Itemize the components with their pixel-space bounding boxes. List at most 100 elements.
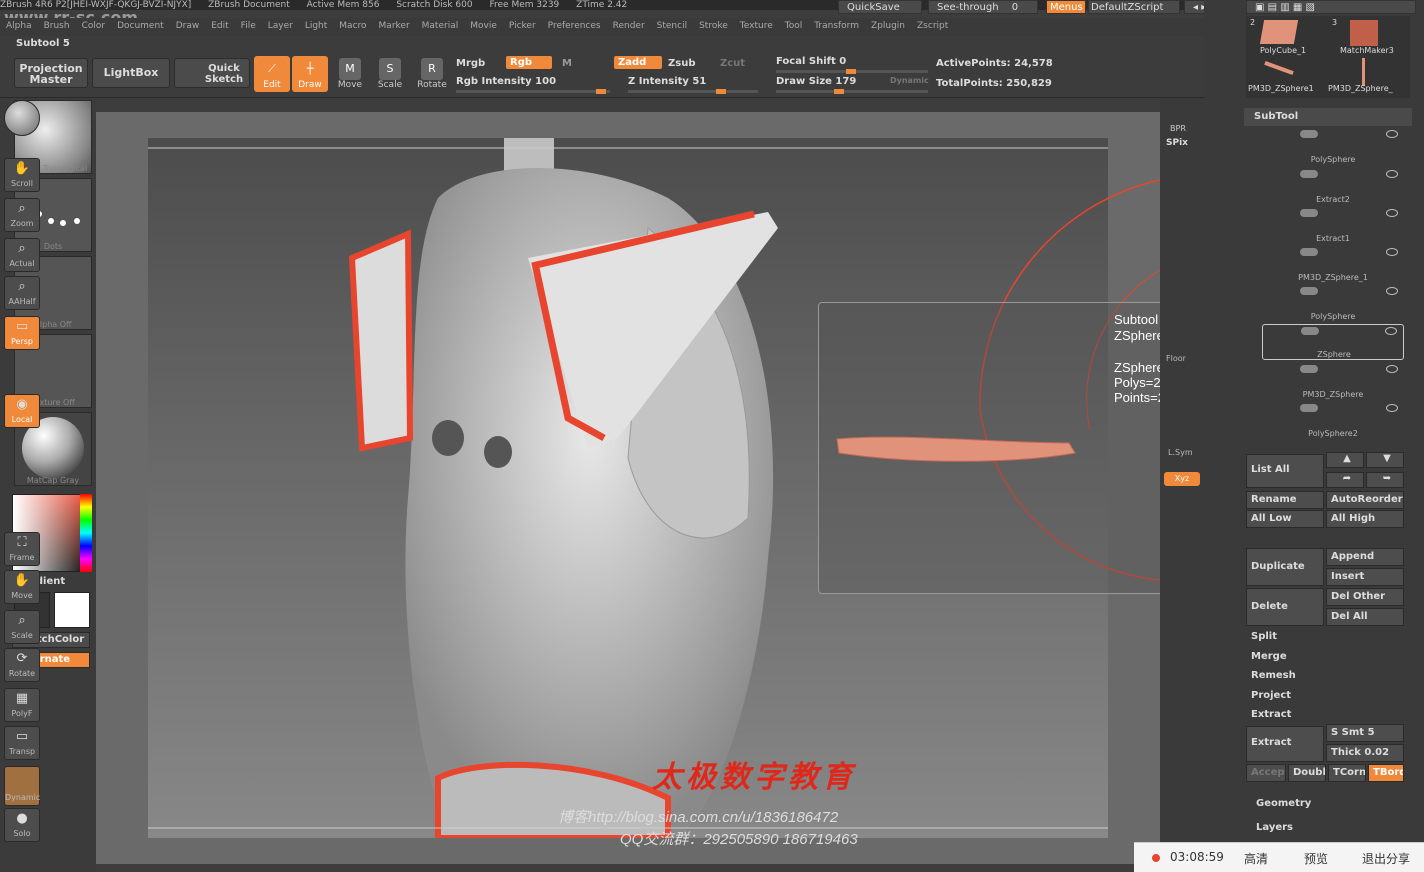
menu-render[interactable]: Render <box>607 18 651 34</box>
s-smt-slider[interactable]: S Smt 5 <box>1326 724 1404 742</box>
remesh-section[interactable]: Remesh <box>1251 670 1296 681</box>
projection-master-button[interactable]: Projection Master <box>14 58 88 88</box>
dynamic-button[interactable]: Dynamic <box>890 76 929 85</box>
list-all-button[interactable]: List All <box>1246 454 1324 488</box>
menu-movie[interactable]: Movie <box>464 18 503 34</box>
zsub-button[interactable]: Zsub <box>668 58 695 69</box>
lsym-label[interactable]: L.Sym <box>1168 448 1193 457</box>
xyz-button[interactable]: Xyz <box>1164 472 1200 486</box>
menu-stencil[interactable]: Stencil <box>651 18 693 34</box>
move-up-button[interactable]: ▲ <box>1326 452 1364 468</box>
draw-size-slider[interactable]: Draw Size 179 <box>776 76 856 87</box>
merge-section[interactable]: Merge <box>1251 651 1287 662</box>
rgb-intensity-slider[interactable]: Rgb Intensity 100 <box>456 76 556 87</box>
zcut-button[interactable]: Zcut <box>720 58 745 69</box>
subtool-item-pm3d-zsphere-1[interactable]: PM3D_ZSphere_1 <box>1262 246 1404 282</box>
move-button[interactable]: M Move <box>332 56 368 92</box>
geometry-section[interactable]: Geometry <box>1256 798 1311 809</box>
append-button[interactable]: Append <box>1326 548 1404 566</box>
move-down-button[interactable]: ▼ <box>1366 452 1404 468</box>
subtool-item-zsphere-selected[interactable]: ZSphere <box>1262 324 1404 360</box>
hue-strip[interactable] <box>80 494 92 572</box>
pm3d-zsphere-thumb[interactable] <box>1362 58 1365 86</box>
menu-texture[interactable]: Texture <box>734 18 779 34</box>
subtool-item-pm3d-zsphere[interactable]: PM3D_ZSphere <box>1262 363 1404 399</box>
mrgb-button[interactable]: Mrgb <box>456 58 485 69</box>
accept-button[interactable]: Accept <box>1246 764 1286 782</box>
subtool-item-polysphere-1[interactable]: PolySphere <box>1262 128 1404 164</box>
extract-section[interactable]: Extract <box>1251 709 1291 720</box>
focal-shift-slider[interactable]: Focal Shift 0 <box>776 56 846 67</box>
rotate-button[interactable]: R Rotate <box>414 56 450 92</box>
scale-button[interactable]: S Scale <box>372 56 408 92</box>
spix-label[interactable]: SPix <box>1166 138 1188 148</box>
menu-color[interactable]: Color <box>76 18 112 34</box>
zoom-button[interactable]: ⌕ Zoom <box>4 198 40 232</box>
menu-macro[interactable]: Macro <box>333 18 372 34</box>
duplicate-button[interactable]: Duplicate <box>1246 548 1324 586</box>
rotate-nav-button[interactable]: ⟳ Rotate <box>4 648 40 682</box>
scroll-button[interactable]: ✋ Scroll <box>4 158 40 192</box>
project-section[interactable]: Project <box>1251 690 1291 701</box>
menu-zscript[interactable]: Zscript <box>911 18 954 34</box>
split-section[interactable]: Split <box>1251 631 1277 642</box>
local-button[interactable]: ◉ Local <box>4 394 40 428</box>
edit-button[interactable]: ⟋ Edit <box>254 56 290 92</box>
polycube-thumb[interactable] <box>1259 20 1299 44</box>
draw-size-track[interactable] <box>776 89 928 94</box>
aahalf-button[interactable]: ⌕ AAHalf <box>4 276 40 310</box>
delete-button[interactable]: Delete <box>1246 588 1324 626</box>
thick-slider[interactable]: Thick 0.02 <box>1326 744 1404 762</box>
pm3d-zsphere1-thumb[interactable] <box>1264 60 1294 76</box>
bpr-button[interactable] <box>4 100 40 136</box>
menu-marker[interactable]: Marker <box>373 18 416 34</box>
menu-layer[interactable]: Layer <box>262 18 299 34</box>
menu-zplugin[interactable]: Zplugin <box>865 18 911 34</box>
menus-button[interactable]: Menus <box>1046 0 1086 14</box>
menu-edit[interactable]: Edit <box>205 18 234 34</box>
frame-button[interactable]: ⛶ Frame <box>4 532 40 566</box>
menu-picker[interactable]: Picker <box>503 18 542 34</box>
m-button[interactable]: M <box>562 58 572 69</box>
menu-stroke[interactable]: Stroke <box>693 18 734 34</box>
z-intensity-track[interactable] <box>628 89 758 94</box>
menu-brush[interactable]: Brush <box>38 18 76 34</box>
menu-transform[interactable]: Transform <box>808 18 865 34</box>
rgb-button[interactable]: Rgb <box>506 56 552 69</box>
move-nav-button[interactable]: ✋ Move <box>4 570 40 604</box>
double-button[interactable]: Double <box>1288 764 1326 782</box>
z-intensity-slider[interactable]: Z Intensity 51 <box>628 76 706 87</box>
extract-button[interactable]: Extract <box>1246 726 1324 762</box>
focal-shift-track[interactable] <box>776 69 928 74</box>
all-low-button[interactable]: All Low <box>1246 510 1324 528</box>
del-all-button[interactable]: Del All <box>1326 608 1404 626</box>
menu-preferences[interactable]: Preferences <box>542 18 607 34</box>
arrow-down-right-icon[interactable]: ➥ <box>1366 472 1404 488</box>
subtool-item-extract2[interactable]: Extract2 <box>1262 168 1404 204</box>
actual-button[interactable]: ⌕ Actual <box>4 238 40 272</box>
preview-button[interactable]: 预览 <box>1304 850 1328 867</box>
secondary-color-swatch[interactable] <box>54 592 90 628</box>
quick-sketch-button[interactable]: Quick Sketch <box>174 58 250 88</box>
autoreorder-button[interactable]: AutoReorder <box>1326 491 1404 509</box>
layers-section[interactable]: Layers <box>1256 822 1293 833</box>
insert-button[interactable]: Insert <box>1326 568 1404 586</box>
floor-label[interactable]: Floor <box>1166 354 1186 363</box>
exit-share-button[interactable]: 退出分享 <box>1362 850 1410 867</box>
subtool-item-polysphere2[interactable]: PolySphere2 <box>1262 402 1404 438</box>
dynamic-persp-button[interactable]: Dynamic <box>4 766 40 806</box>
matchmaker-thumb[interactable] <box>1350 20 1378 46</box>
subtool-item-polysphere-2[interactable]: PolySphere <box>1262 285 1404 321</box>
menu-document[interactable]: Document <box>111 18 170 34</box>
del-other-button[interactable]: Del Other <box>1326 588 1404 606</box>
default-zscript-button[interactable]: DefaultZScript <box>1088 0 1180 14</box>
menu-draw[interactable]: Draw <box>170 18 206 34</box>
arrow-right-icon[interactable]: ➦ <box>1326 472 1364 488</box>
all-high-button[interactable]: All High <box>1326 510 1404 528</box>
tray-icons[interactable]: ▣ ▤ ▥ ▦ ▧ <box>1246 0 1416 14</box>
polyf-button[interactable]: ▦ PolyF <box>4 688 40 722</box>
rename-button[interactable]: Rename <box>1246 491 1324 509</box>
zadd-button[interactable]: Zadd <box>614 56 662 69</box>
menu-light[interactable]: Light <box>299 18 333 34</box>
menu-alpha[interactable]: Alpha <box>0 18 38 34</box>
